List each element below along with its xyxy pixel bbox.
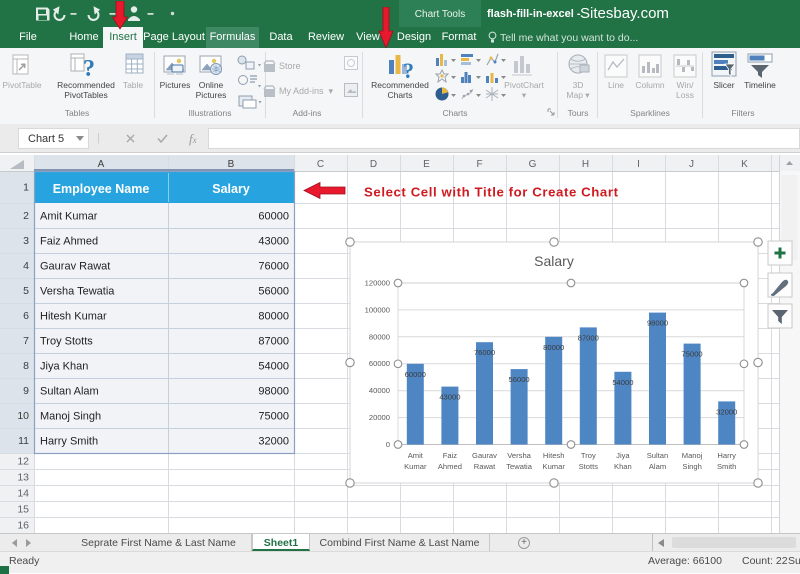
svg-text:40000: 40000 [369,386,390,395]
svg-text:9: 9 [23,385,29,397]
svg-text:Faiz: Faiz [443,451,458,460]
svg-text:?: ? [83,56,95,80]
svg-text:Troy Stotts: Troy Stotts [40,336,93,348]
svg-text:?: ? [403,58,414,82]
svg-text:43000: 43000 [439,393,460,402]
svg-text:Jiya: Jiya [616,451,630,460]
svg-text:C: C [317,159,324,170]
svg-text:Kumar: Kumar [543,462,566,471]
svg-text:13: 13 [17,472,29,484]
svg-text:Select Cell with Title for Cre: Select Cell with Title for Create Chart [364,185,619,200]
svg-text:E: E [423,159,430,170]
svg-text:2: 2 [23,210,29,222]
svg-text:Employee Name: Employee Name [53,182,150,196]
svg-text:Tewatia: Tewatia [506,462,533,471]
svg-text:Gaurav: Gaurav [472,451,497,460]
svg-text:Rawat: Rawat [474,462,496,471]
svg-text:54000: 54000 [612,378,633,387]
svg-text:98000: 98000 [647,319,668,328]
svg-text:75000: 75000 [258,411,289,423]
svg-text:K: K [741,159,748,170]
svg-text:10: 10 [17,410,29,422]
svg-text:B: B [228,159,235,170]
svg-text:Faiz Ahmed: Faiz Ahmed [40,236,98,248]
svg-text:Ahmed: Ahmed [438,462,462,471]
svg-text:76000: 76000 [258,261,289,273]
svg-text:5: 5 [23,285,29,297]
svg-text:Versha: Versha [507,451,531,460]
svg-text:D: D [370,159,377,170]
svg-text:A: A [98,159,105,170]
svg-text:56000: 56000 [509,375,530,384]
svg-text:Manoj: Manoj [682,451,703,460]
svg-text:80000: 80000 [369,332,390,341]
svg-text:16: 16 [17,520,29,532]
svg-text:0: 0 [386,440,390,449]
svg-text:Harry Smith: Harry Smith [40,436,98,448]
svg-text:I: I [637,159,640,170]
svg-text:87000: 87000 [578,333,599,342]
svg-text:75000: 75000 [682,350,703,359]
svg-text:7: 7 [23,335,29,347]
svg-text:Harry: Harry [717,451,736,460]
svg-text:54000: 54000 [258,361,289,373]
svg-text:Gaurav Rawat: Gaurav Rawat [40,261,110,273]
svg-text:15: 15 [17,504,29,516]
svg-text:60000: 60000 [258,211,289,223]
svg-text:Smith: Smith [717,462,736,471]
svg-text:120000: 120000 [365,279,390,288]
svg-text:Troy: Troy [581,451,596,460]
svg-text:80000: 80000 [543,343,564,352]
svg-text:76000: 76000 [474,348,495,357]
svg-text:32000: 32000 [258,436,289,448]
svg-text:Salary: Salary [212,182,250,196]
svg-text:60000: 60000 [405,370,426,379]
svg-text:F: F [476,159,482,170]
svg-text:20000: 20000 [369,413,390,422]
svg-text:Alam: Alam [649,462,666,471]
svg-text:3: 3 [23,235,29,247]
svg-text:Khan: Khan [614,462,632,471]
svg-text:Manoj Singh: Manoj Singh [40,411,101,423]
svg-text:Amit: Amit [408,451,424,460]
svg-text:80000: 80000 [258,311,289,323]
svg-text:Hitesh: Hitesh [543,451,565,460]
svg-text:Kumar: Kumar [404,462,427,471]
svg-text:Jiya Khan: Jiya Khan [40,361,88,373]
svg-text:J: J [689,159,694,170]
svg-text:87000: 87000 [258,336,289,348]
svg-text:56000: 56000 [258,286,289,298]
svg-text:6: 6 [23,310,29,322]
svg-text:60000: 60000 [369,359,390,368]
svg-text:Sultan: Sultan [647,451,669,460]
svg-text:4: 4 [23,260,29,272]
svg-text:Hitesh Kumar: Hitesh Kumar [40,311,107,323]
svg-text:100000: 100000 [365,305,390,314]
svg-text:Versha Tewatia: Versha Tewatia [40,286,115,298]
svg-text:Amit Kumar: Amit Kumar [40,211,98,223]
svg-text:Stotts: Stotts [579,462,599,471]
svg-text:Singh: Singh [682,462,701,471]
svg-text:11: 11 [18,435,29,447]
svg-text:8: 8 [23,360,29,372]
svg-text:Salary: Salary [534,253,574,269]
svg-text:12: 12 [17,456,29,468]
svg-text:32000: 32000 [716,407,737,416]
svg-text:43000: 43000 [258,236,289,248]
svg-text:H: H [582,159,589,170]
svg-text:98000: 98000 [258,386,289,398]
svg-text:Sultan Alam: Sultan Alam [40,386,99,398]
svg-text:1: 1 [23,182,29,194]
svg-text:G: G [529,159,537,170]
svg-text:14: 14 [17,488,29,500]
